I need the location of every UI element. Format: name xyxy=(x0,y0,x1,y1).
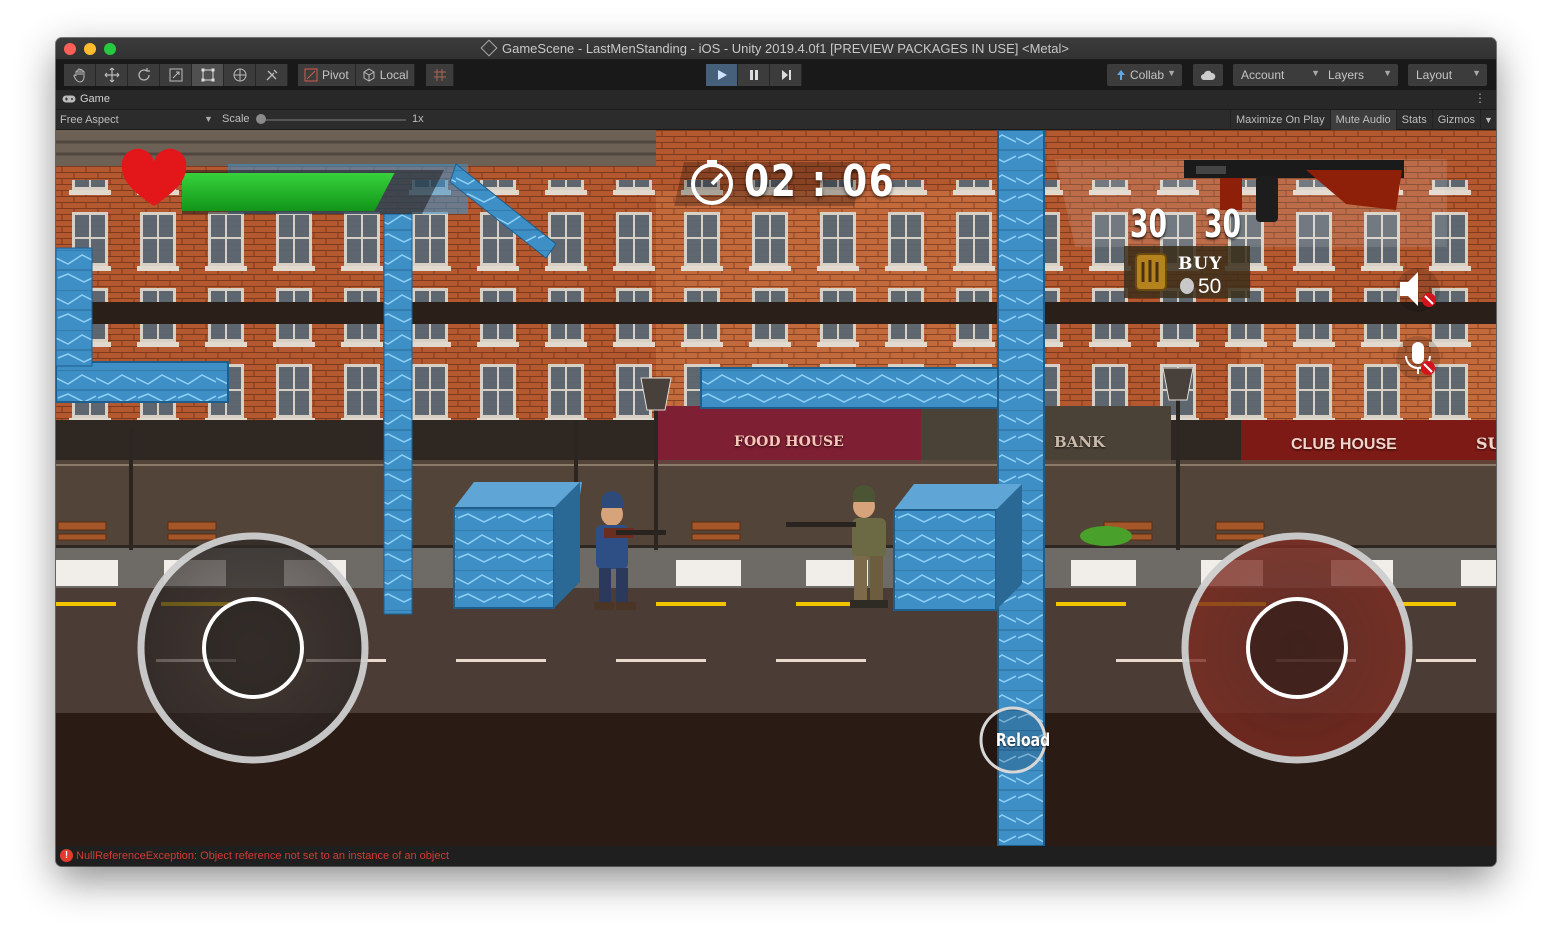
pivot-toggle[interactable]: Pivot xyxy=(298,64,356,86)
game-scene xyxy=(56,130,1496,846)
error-message: NullReferenceException: Object reference… xyxy=(76,850,449,862)
ammo-clip-count: 30 xyxy=(1130,202,1168,246)
pivot-label: Pivot xyxy=(322,68,349,82)
gamepad-icon xyxy=(62,95,76,103)
local-toggle[interactable]: Local xyxy=(355,64,416,86)
account-dropdown[interactable]: Account ▼ xyxy=(1233,64,1326,86)
reload-label: Reload xyxy=(995,730,1051,751)
round-timer: 02 : 06 xyxy=(744,156,896,207)
grid-snap-icon[interactable] xyxy=(426,64,454,86)
health-bar-fill xyxy=(182,173,395,211)
collab-dropdown[interactable]: Collab ▼ xyxy=(1107,64,1182,86)
game-viewport[interactable]: 02 : 06 30 30 BUY 50 Reload FOOD HOUSE B… xyxy=(56,130,1496,846)
game-tab-bar: Game ⋮ xyxy=(56,90,1496,110)
sign-club-house: CLUB HOUSE xyxy=(1291,436,1397,453)
pivot-icon xyxy=(304,68,318,82)
ammo-total-count: 30 xyxy=(1204,202,1242,246)
pause-button[interactable] xyxy=(738,64,770,86)
tab-game-label: Game xyxy=(80,93,110,105)
layout-label: Layout xyxy=(1416,68,1453,82)
playback-controls xyxy=(706,64,802,86)
cloud-button[interactable] xyxy=(1193,64,1223,86)
stats-toggle[interactable]: Stats xyxy=(1395,110,1432,130)
hand-tool-icon[interactable] xyxy=(64,64,96,86)
step-button[interactable] xyxy=(770,64,802,86)
layout-dropdown[interactable]: Layout ▼ xyxy=(1408,64,1487,86)
sound-muted-icon[interactable] xyxy=(1396,268,1440,312)
scale-slider-handle[interactable] xyxy=(256,114,266,124)
gizmos-toggle[interactable]: Gizmos xyxy=(1431,110,1480,130)
unity-editor-window: GameScene - LastMenStanding - iOS - Unit… xyxy=(56,38,1496,866)
game-view-controls: Free Aspect ▼ Scale 1x Maximize On Play … xyxy=(56,110,1496,130)
chevron-down-icon: ▼ xyxy=(1472,68,1481,78)
move-tool-icon[interactable] xyxy=(96,64,128,86)
sign-food-house: FOOD HOUSE xyxy=(734,434,844,450)
gizmos-chevron-icon[interactable]: ▼ xyxy=(1480,110,1496,130)
custom-tool-icon[interactable] xyxy=(256,64,288,86)
error-icon: ! xyxy=(60,849,73,862)
microphone-muted-icon[interactable] xyxy=(1396,336,1440,380)
scale-tool-icon[interactable] xyxy=(160,64,192,86)
rotate-tool-icon[interactable] xyxy=(128,64,160,86)
layers-label: Layers xyxy=(1328,68,1365,82)
chevron-down-icon: ▼ xyxy=(204,114,213,124)
cloud-icon xyxy=(1201,70,1216,80)
ammo-box-icon xyxy=(1135,253,1167,291)
move-joystick[interactable] xyxy=(137,532,369,764)
tab-game[interactable]: Game xyxy=(62,93,110,105)
collab-label: Collab xyxy=(1130,68,1165,82)
play-button[interactable] xyxy=(706,64,738,86)
grid-snap-group xyxy=(426,64,454,86)
scale-label: Scale xyxy=(222,113,250,125)
collab-icon xyxy=(1117,70,1125,80)
play-icon xyxy=(717,70,727,80)
scale-slider-track[interactable] xyxy=(260,119,406,121)
game-view-toggles: Maximize On Play Mute Audio Stats Gizmos… xyxy=(1229,110,1496,130)
scale-value: 1x xyxy=(412,113,424,125)
more-options-icon[interactable]: ⋮ xyxy=(1474,91,1486,105)
account-label: Account xyxy=(1241,68,1285,82)
rect-tool-icon[interactable] xyxy=(192,64,224,86)
buy-ammo-price: 50 xyxy=(1198,275,1222,298)
cube-icon xyxy=(363,68,375,82)
sign-su: SU xyxy=(1476,434,1496,453)
local-label: Local xyxy=(379,68,409,82)
console-status-bar[interactable]: ! NullReferenceException: Object referen… xyxy=(56,846,1496,866)
step-icon xyxy=(781,70,791,80)
chevron-down-icon: ▼ xyxy=(1311,68,1320,78)
chevron-down-icon: ▼ xyxy=(1383,68,1392,78)
unity-logo-icon xyxy=(480,39,498,57)
fire-joystick[interactable] xyxy=(1181,532,1413,764)
pivot-toggle-group: Pivot Local xyxy=(298,64,416,86)
transform-tool-icon[interactable] xyxy=(224,64,256,86)
window-title: GameScene - LastMenStanding - iOS - Unit… xyxy=(56,39,1496,57)
title-bar: GameScene - LastMenStanding - iOS - Unit… xyxy=(56,38,1496,60)
pause-icon xyxy=(749,70,758,80)
coin-icon xyxy=(1180,278,1194,294)
mute-audio-toggle[interactable]: Mute Audio xyxy=(1329,110,1396,130)
maximize-on-play-toggle[interactable]: Maximize On Play xyxy=(1229,110,1330,130)
aspect-dropdown[interactable]: Free Aspect xyxy=(60,114,119,126)
main-toolbar: Pivot Local Collab ▼ Account ▼ Layers ▼ … xyxy=(56,60,1496,90)
window-title-text: GameScene - LastMenStanding - iOS - Unit… xyxy=(502,41,1069,56)
layers-dropdown[interactable]: Layers ▼ xyxy=(1320,64,1398,86)
sign-bank: BANK xyxy=(1054,433,1106,451)
buy-ammo-label[interactable]: BUY xyxy=(1178,254,1222,274)
transform-tools xyxy=(64,64,288,86)
chevron-down-icon: ▼ xyxy=(1167,68,1176,78)
